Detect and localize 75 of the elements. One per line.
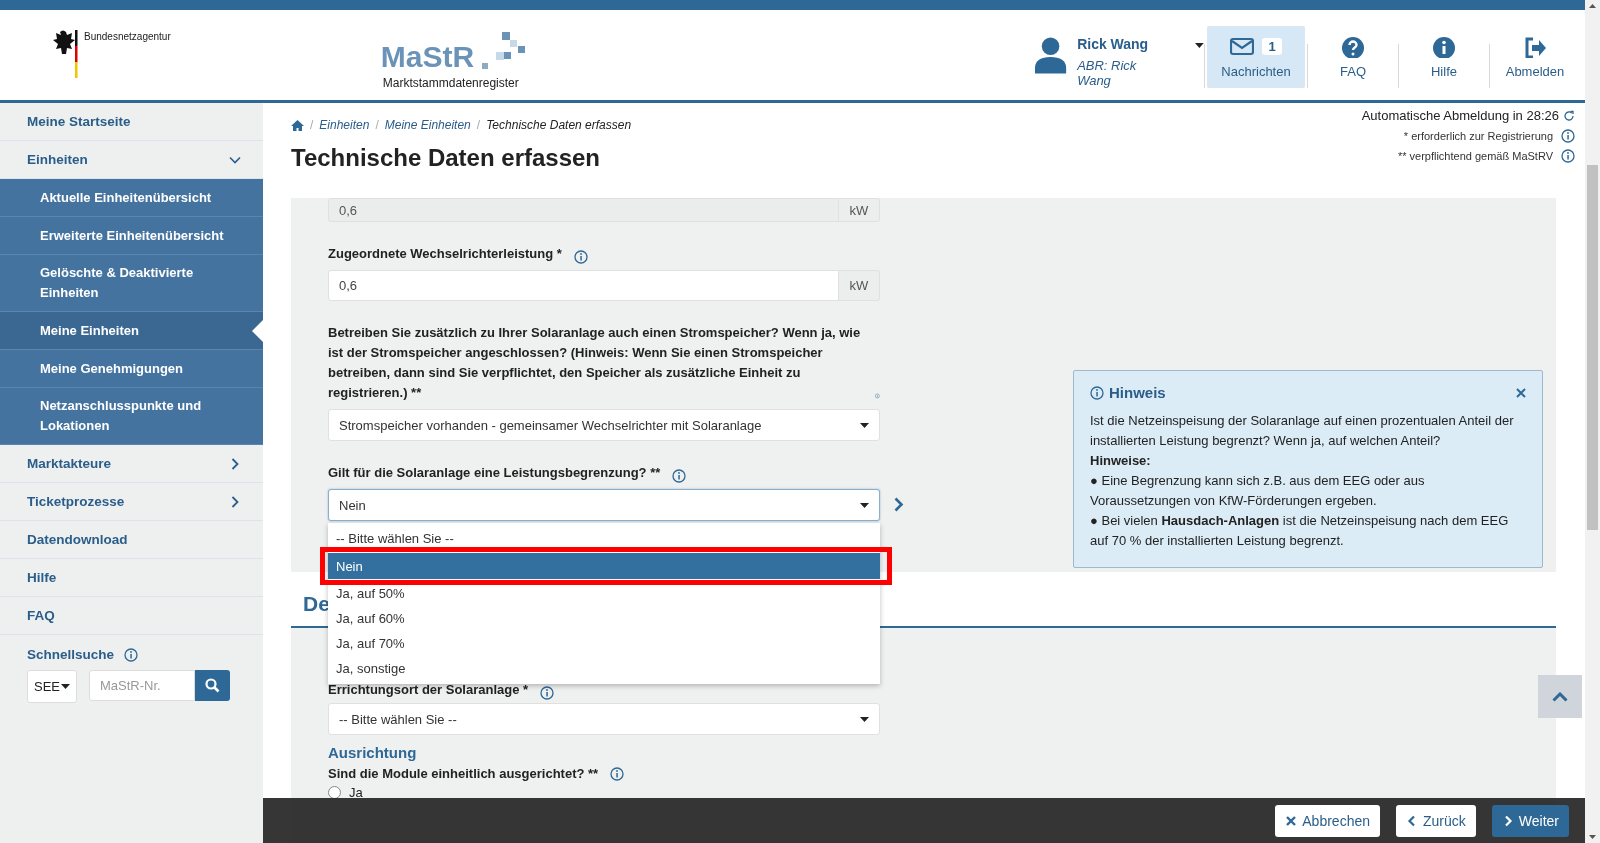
- number-field: 0,6: [328, 198, 839, 222]
- search-icon: [205, 678, 220, 693]
- caret-icon: [860, 716, 869, 722]
- dropdown-option[interactable]: Ja, sonstige: [328, 656, 880, 681]
- dropdown-option[interactable]: Ja, auf 60%: [328, 606, 880, 631]
- sidebar-subitem[interactable]: Meine Einheiten: [0, 312, 263, 350]
- user-name[interactable]: Rick Wang: [1077, 36, 1172, 52]
- radio-label: Ja: [349, 785, 363, 800]
- logo-subtitle: Marktstammdatenregister: [382, 76, 520, 90]
- message-count: 1: [1262, 38, 1282, 55]
- number-field[interactable]: 0,6: [328, 270, 839, 301]
- section-title: De: [303, 592, 330, 616]
- page-title: Technische Daten erfassen: [291, 144, 601, 172]
- chevron-up-icon: [1552, 691, 1568, 702]
- caret-icon: [860, 422, 869, 428]
- cancel-button[interactable]: Abbrechen: [1275, 804, 1380, 837]
- caret-icon: [1195, 43, 1204, 48]
- dropdown-option[interactable]: Ja, auf 50%: [328, 581, 880, 606]
- nav-button[interactable]: FAQ: [1310, 26, 1396, 88]
- breadcrumb-separator: /: [375, 118, 379, 132]
- sidebar-subitem[interactable]: Aktuelle Einheitenübersicht: [0, 179, 263, 217]
- hint-text: Ist die Netzeinspeisung der Solaranlage auf einen prozentualen Anteil der installierten Leistung begrenzt? Wenn ja, auf welchen Anteil?: [1090, 412, 1515, 450]
- field-label: Errichtungsort der Solaranlage *: [328, 681, 529, 699]
- x-icon: [1285, 814, 1298, 827]
- quick-search-label: Schnellsuche: [27, 647, 115, 662]
- breadcrumb-separator: /: [310, 118, 314, 132]
- field-label: Betreiben Sie zusätzlich zu Ihrer Solaranlage auch einen Stromspeicher? Wenn ja, wie ist der Stromspeicher angeschlossen? (Hinweis: Wenn Sie einen Stromspeicher betreiben, dann sind Sie verpflichtet, den Speicher als zusätzliche Einheit zu registrieren.) **: [328, 324, 862, 402]
- chevron-right-icon: [894, 497, 904, 512]
- breadcrumb-current: Technische Daten erfassen: [486, 118, 632, 132]
- select-field[interactable]: Nein: [328, 489, 880, 521]
- chevron-left-icon: [1406, 814, 1418, 827]
- sidebar-subitem[interactable]: Meine Genehmigungen: [0, 350, 263, 388]
- agency-name: Bundesnetzagentur: [84, 31, 171, 44]
- session-timer: Automatische Abmeldung in 28:26: [1361, 108, 1559, 123]
- caret-icon: [860, 502, 869, 508]
- refresh-icon[interactable]: [1563, 109, 1575, 122]
- logout-icon: [1523, 35, 1547, 58]
- hint-heading: Hinweise:: [1090, 452, 1152, 470]
- sidebar-subitem[interactable]: Netzanschlusspunkte und Lokationen: [0, 388, 263, 445]
- sidebar-subitem[interactable]: Gelöschte & Deaktivierte Einheiten: [0, 255, 263, 312]
- select-field[interactable]: Stromspeicher vorhanden - gemeinsamer Wechselrichter mit Solaranlage: [328, 409, 880, 441]
- breadcrumb-link[interactable]: Meine Einheiten: [384, 118, 471, 132]
- logo-title: MaStR: [380, 42, 475, 72]
- field-label: Zugeordnete Wechselrichterleistung *: [328, 245, 562, 263]
- dropdown-option[interactable]: Nein: [328, 553, 880, 579]
- nav-button[interactable]: Abmelden: [1492, 26, 1578, 88]
- unit-addon: kW: [839, 198, 880, 222]
- legend-note: ** verpflichtend gemäß MaStRV: [1397, 150, 1553, 162]
- user-role: ABR: Rick Wang: [1077, 58, 1138, 88]
- hint-bullet: ● Eine Begrenzung kann sich z.B. aus dem EEG oder aus Voraussetzungen von KfW-Förderungen ergeben.: [1090, 472, 1426, 510]
- back-button[interactable]: Zurück: [1396, 804, 1476, 837]
- close-icon[interactable]: [1516, 388, 1526, 398]
- hint-bullet: ● Bei vielen Hausdach-Anlagen ist die Netzeinspeisung nach dem EEG auf 70 % der installierten Leistung begrenzt.: [1090, 512, 1510, 550]
- nav-button[interactable]: 1 Nachrichten: [1207, 26, 1305, 88]
- type-select[interactable]: SEE: [27, 670, 77, 703]
- next-button[interactable]: Weiter: [1491, 804, 1569, 837]
- home-icon[interactable]: [291, 119, 304, 131]
- breadcrumb-link[interactable]: Einheiten: [319, 118, 370, 132]
- search-button[interactable]: [195, 670, 230, 701]
- dropdown-option[interactable]: Ja, auf 70%: [328, 631, 880, 656]
- field-label: Gilt für die Solaranlage eine Leistungsbegrenzung? **: [328, 464, 661, 482]
- user-icon: [1034, 36, 1068, 74]
- select-field[interactable]: -- Bitte wählen Sie --: [328, 703, 880, 735]
- nav-button[interactable]: Hilfe: [1401, 26, 1487, 88]
- caret-icon: [61, 684, 70, 689]
- subsection-title: Ausrichtung: [328, 744, 418, 761]
- hint-title: Hinweis: [1109, 383, 1166, 403]
- breadcrumb-separator: /: [476, 118, 481, 132]
- envelope-icon: [1230, 35, 1255, 58]
- sidebar-subitem[interactable]: Erweiterte Einheitenübersicht: [0, 217, 263, 255]
- question-icon: [1341, 35, 1365, 58]
- question-label: Sind die Module einheitlich ausgerichtet? **: [328, 766, 599, 781]
- legend-note: * erforderlich zur Registrierung: [1403, 130, 1553, 142]
- unit-addon: kW: [839, 270, 880, 301]
- dropdown-option[interactable]: -- Bitte wählen Sie --: [328, 526, 880, 551]
